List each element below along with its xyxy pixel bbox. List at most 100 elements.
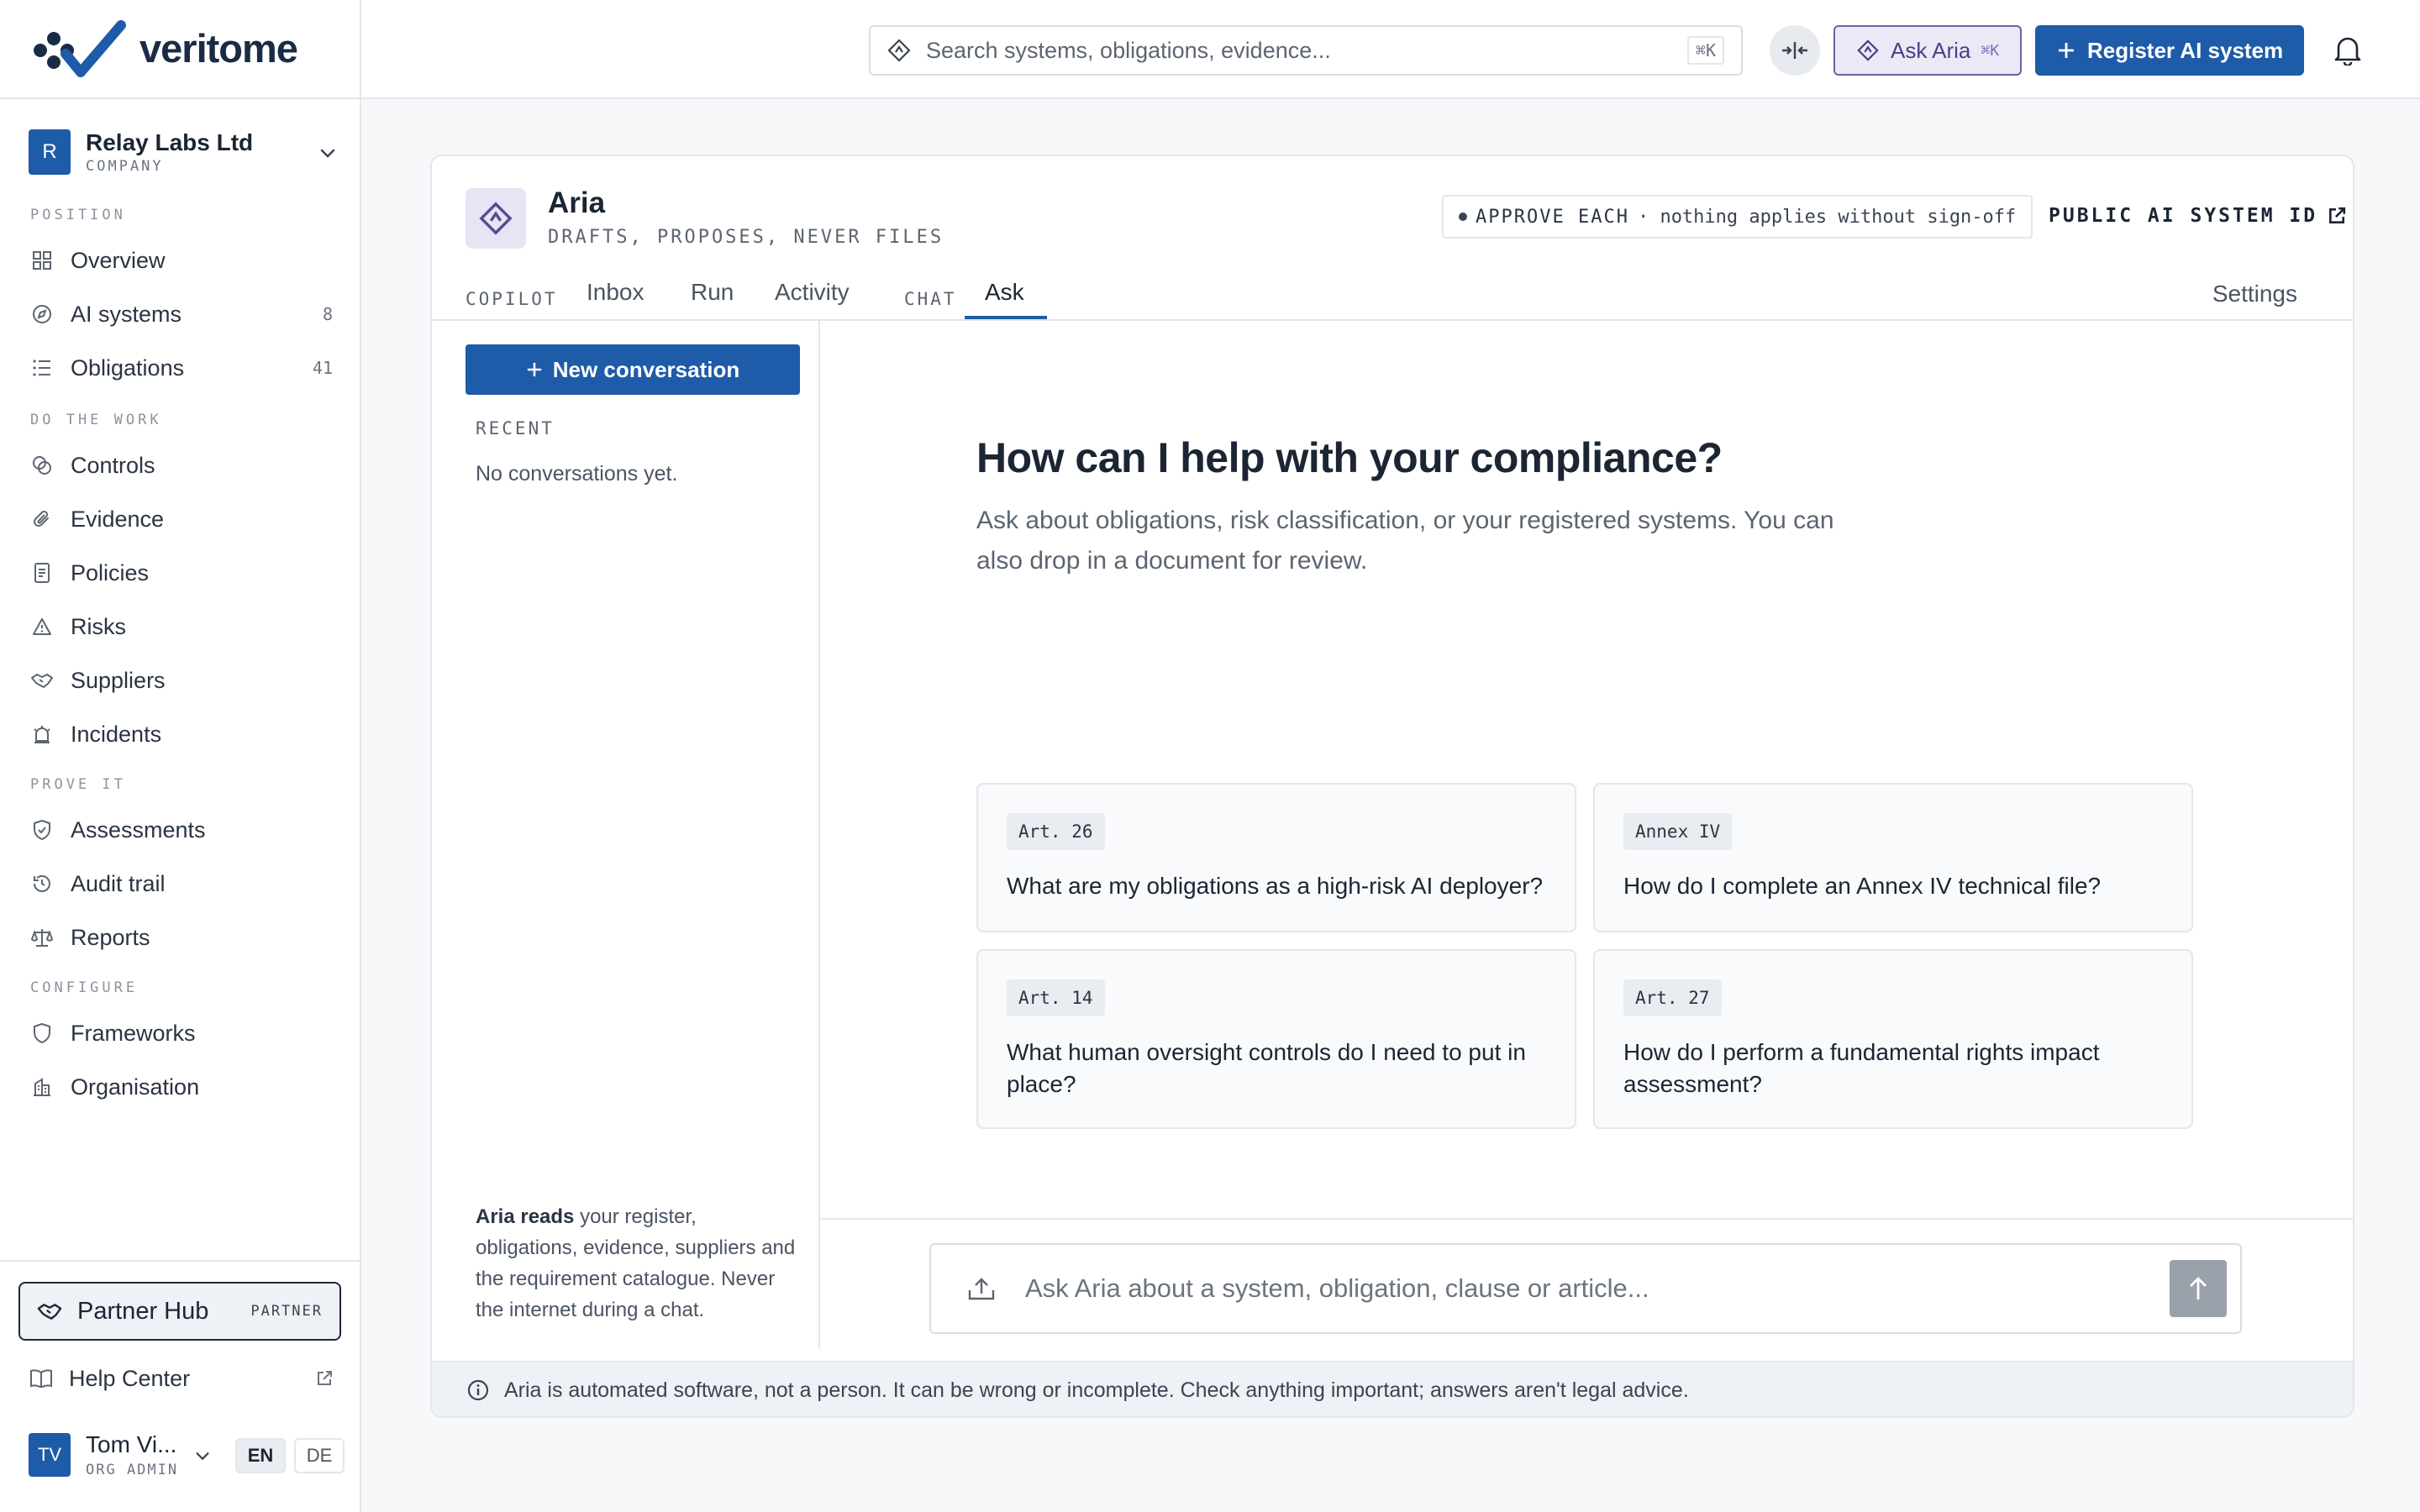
logo-row: veritome — [0, 0, 361, 99]
recent-heading: RECENT — [476, 418, 555, 438]
approval-mode-badge: APPROVE EACH · nothing applies without s… — [1442, 195, 2033, 239]
message-composer[interactable] — [929, 1243, 2242, 1334]
tab-ask[interactable]: Ask — [985, 279, 1024, 306]
ask-aria-label: Ask Aria — [1891, 37, 1971, 63]
panel-tabs: COPILOT Inbox Run Activity CHAT Ask Sett… — [432, 274, 2353, 321]
ask-aria-button[interactable]: Ask Aria ⌘K — [1833, 25, 2022, 76]
sidebar-divider — [0, 1260, 361, 1262]
register-ai-system-button[interactable]: Register AI system — [2035, 25, 2304, 76]
sidebar-item-overview[interactable]: Overview — [30, 239, 333, 282]
compass-icon — [30, 302, 54, 326]
help-center-label: Help Center — [69, 1365, 191, 1391]
suggestion-card[interactable]: Art. 27 How do I perform a fundamental r… — [1593, 949, 2193, 1129]
info-icon — [467, 1379, 489, 1401]
sidebar: veritome R Relay Labs Ltd COMPANY POSITI… — [0, 0, 361, 1512]
handshake-icon — [37, 1301, 62, 1321]
user-name: Tom Vi... — [86, 1431, 177, 1457]
active-tab-indicator — [965, 316, 1047, 319]
sidebar-item-suppliers[interactable]: Suppliers — [30, 659, 333, 702]
page-subtitle: DRAFTS, PROPOSES, NEVER FILES — [548, 227, 944, 248]
help-center-link[interactable]: Help Center — [30, 1357, 333, 1399]
alarm-icon — [30, 722, 54, 746]
suggestion-card[interactable]: Art. 14 What human oversight controls do… — [976, 949, 1576, 1129]
count-badge: 8 — [322, 304, 333, 324]
sidebar-item-reports[interactable]: Reports — [30, 916, 333, 959]
arrow-up-icon — [2187, 1276, 2209, 1301]
article-tag: Annex IV — [1623, 813, 1733, 850]
sidebar-item-label: AI systems — [71, 301, 182, 327]
sidebar-item-label: Evidence — [71, 506, 165, 532]
article-tag: Art. 27 — [1623, 979, 1722, 1016]
tab-settings[interactable]: Settings — [2212, 281, 2297, 307]
new-conversation-button[interactable]: New conversation — [466, 344, 800, 395]
sidebar-item-organisation[interactable]: Organisation — [30, 1065, 333, 1109]
approval-mode-text: · nothing applies without sign-off — [1637, 206, 2017, 228]
lang-en-button[interactable]: EN — [235, 1438, 286, 1473]
controls-icon — [30, 454, 54, 477]
tab-activity[interactable]: Activity — [775, 279, 850, 306]
sidebar-item-label: Risks — [71, 613, 126, 639]
aria-diamond-icon — [1857, 39, 1879, 61]
sidebar-item-label: Organisation — [71, 1074, 200, 1100]
new-conversation-label: New conversation — [552, 356, 740, 382]
ai-disclaimer: Aria is automated software, not a person… — [432, 1361, 2353, 1416]
external-link-icon — [2328, 207, 2346, 225]
book-icon — [30, 1369, 52, 1388]
sidebar-item-risks[interactable]: Risks — [30, 605, 333, 648]
aria-reads-strong: Aria reads — [476, 1205, 575, 1228]
search-input[interactable] — [924, 36, 1687, 65]
list-icon — [30, 356, 54, 380]
public-ai-system-id-link[interactable]: PUBLIC AI SYSTEM ID — [2049, 205, 2346, 227]
collapse-panel-button[interactable] — [1770, 25, 1820, 76]
send-button[interactable] — [2170, 1260, 2227, 1317]
suggestion-card[interactable]: Art. 26 What are my obligations as a hig… — [976, 783, 1576, 932]
org-switcher[interactable]: R Relay Labs Ltd COMPANY — [29, 128, 339, 178]
article-tag: Art. 26 — [1007, 813, 1105, 850]
partner-badge: PARTNER — [250, 1303, 323, 1320]
scale-icon — [30, 926, 54, 949]
sidebar-item-label: Controls — [71, 452, 155, 478]
lang-de-button[interactable]: DE — [294, 1438, 345, 1473]
sidebar-item-label: Frameworks — [71, 1020, 196, 1046]
handshake-icon — [30, 669, 54, 692]
tab-run[interactable]: Run — [691, 279, 734, 306]
partner-hub-button[interactable]: Partner Hub PARTNER — [18, 1282, 341, 1341]
chevron-down-icon — [193, 1446, 212, 1465]
composer-bar — [820, 1218, 2353, 1349]
bell-icon[interactable] — [2333, 34, 2363, 66]
nav-section-configure: CONFIGURE — [30, 979, 139, 996]
sidebar-item-label: Overview — [71, 247, 166, 273]
suggestion-question: How do I perform a fundamental rights im… — [1623, 1039, 2100, 1097]
welcome-title: How can I help with your compliance? — [976, 434, 1723, 481]
split-arrows-icon — [1781, 40, 1809, 60]
sidebar-item-frameworks[interactable]: Frameworks — [30, 1011, 333, 1055]
tab-inbox[interactable]: Inbox — [587, 279, 644, 306]
sidebar-item-label: Suppliers — [71, 667, 166, 693]
sidebar-item-label: Audit trail — [71, 870, 166, 896]
sidebar-item-assessments[interactable]: Assessments — [30, 808, 333, 852]
message-input[interactable] — [1023, 1273, 2170, 1305]
plus-icon — [526, 361, 543, 378]
nav-section-do-the-work: DO THE WORK — [30, 412, 162, 428]
page-title: Aria — [548, 186, 606, 219]
top-bar: ⌘K Ask Aria ⌘K Register AI system — [361, 0, 2420, 99]
suggestion-card[interactable]: Annex IV How do I complete an Annex IV t… — [1593, 783, 2193, 932]
sidebar-item-obligations[interactable]: Obligations 41 — [30, 346, 333, 390]
register-label: Register AI system — [2087, 37, 2284, 63]
grid-icon — [30, 249, 54, 272]
status-dot — [1459, 213, 1467, 221]
sidebar-item-controls[interactable]: Controls — [30, 444, 333, 487]
user-menu[interactable]: TV Tom Vi... ORG ADMIN EN DE — [29, 1431, 348, 1478]
building-icon — [30, 1075, 54, 1099]
sidebar-item-policies[interactable]: Policies — [30, 551, 333, 595]
search-box[interactable]: ⌘K — [869, 25, 1743, 76]
sidebar-item-ai-systems[interactable]: AI systems 8 — [30, 292, 333, 336]
upload-icon[interactable] — [968, 1277, 995, 1300]
warning-icon — [30, 615, 54, 638]
sidebar-item-evidence[interactable]: Evidence — [30, 497, 333, 541]
sidebar-item-incidents[interactable]: Incidents — [30, 712, 333, 756]
sidebar-item-label: Reports — [71, 924, 150, 950]
sidebar-item-audit-trail[interactable]: Audit trail — [30, 862, 333, 906]
external-link-icon — [316, 1370, 333, 1387]
disclaimer-text: Aria is automated software, not a person… — [504, 1378, 1689, 1402]
